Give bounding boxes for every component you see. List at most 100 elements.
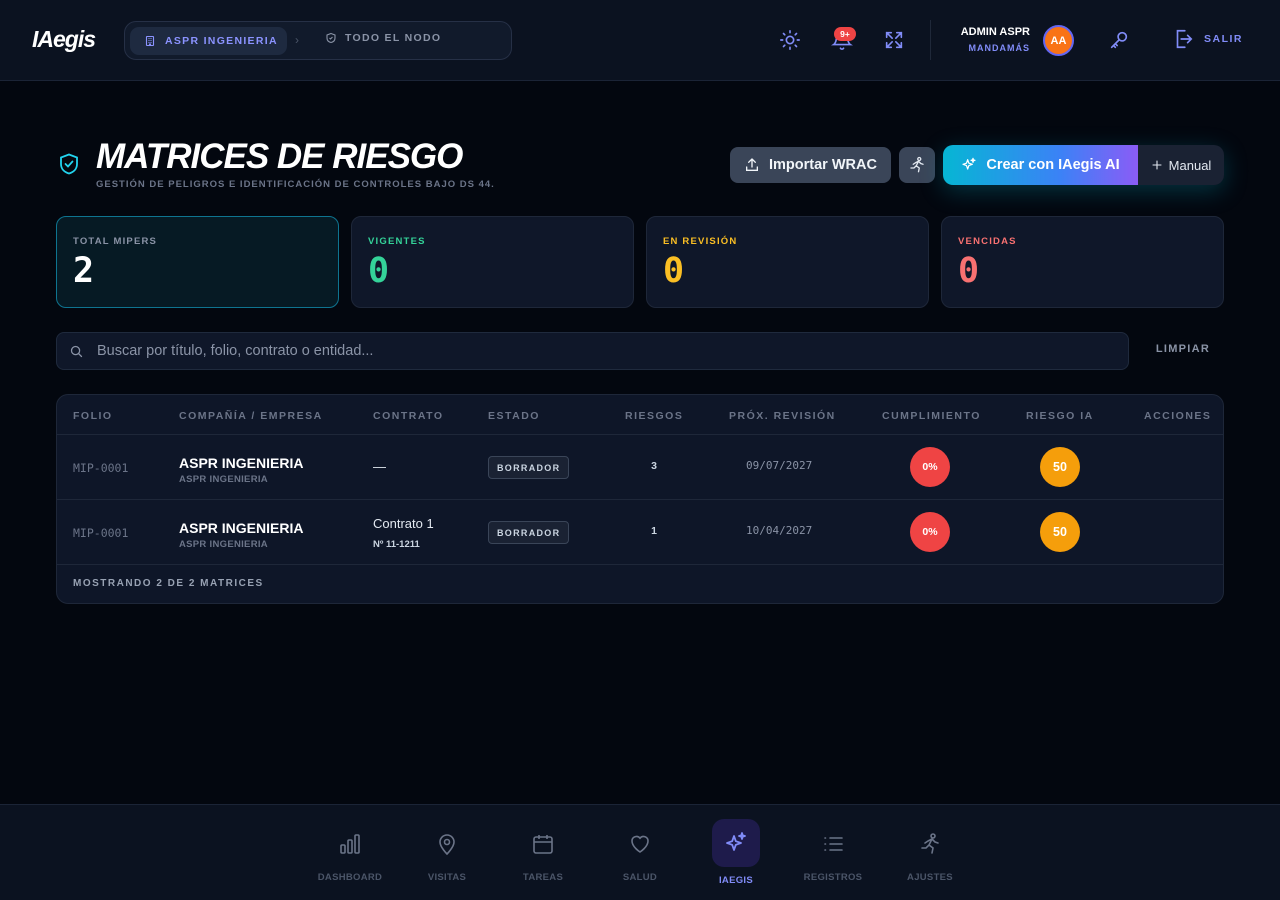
nav-item-dashboard[interactable]: DASHBOARD	[312, 805, 388, 900]
create-manual-label: Manual	[1168, 157, 1212, 173]
nav-item-tareas[interactable]: TAREAS	[505, 805, 581, 900]
nav-item-ajustes[interactable]: AJUSTES	[892, 805, 968, 900]
nav-item-registros[interactable]: REGISTROS	[795, 805, 871, 900]
nav-label: REGISTROS	[803, 872, 863, 883]
avatar[interactable]: AA	[1043, 25, 1074, 56]
column-header-risks[interactable]: RIESGOS	[625, 410, 683, 422]
ai-risk-badge: 50	[1040, 447, 1080, 487]
row-company-sub: ASPR INGENIERIA	[179, 539, 268, 550]
row-contract-number: Nº 11-1211	[373, 539, 420, 550]
expand-icon	[885, 31, 903, 49]
compliance-badge: 0%	[910, 512, 950, 552]
logout-icon	[1176, 29, 1193, 49]
compliance-badge: 0%	[910, 447, 950, 487]
column-header-company[interactable]: COMPAÑÍA / EMPRESA	[179, 410, 323, 422]
logout-button[interactable]: SALIR	[1172, 28, 1243, 50]
nav-label: SALUD	[622, 872, 658, 883]
chevron-right-icon: ›	[295, 33, 299, 47]
row-next-review: 10/04/2027	[746, 524, 813, 537]
sparkles-icon	[962, 157, 976, 170]
building-icon	[145, 35, 155, 47]
map-pin-icon	[439, 834, 455, 856]
row-folio: MIP-0001	[73, 461, 129, 475]
stat-vigentes[interactable]: VIGENTES 0	[351, 216, 634, 308]
matrices-table: FOLIO COMPAÑÍA / EMPRESA CONTRATO ESTADO…	[56, 394, 1224, 604]
heart-icon	[631, 835, 649, 853]
running-person-button[interactable]	[899, 147, 935, 183]
breadcrumb-scope[interactable]: TODO EL NODO	[325, 32, 441, 44]
breadcrumb-company-label: ASPR INGENIERIA	[165, 35, 278, 47]
logout-label: SALIR	[1204, 33, 1243, 45]
bottom-nav: DASHBOARD VISITAS TAREAS SALUD IAEGIS RE…	[0, 804, 1280, 900]
page-title: MATRICES DE RIESGO	[96, 137, 463, 176]
stat-value: 2	[73, 251, 95, 291]
breadcrumb: ASPR INGENIERIA › TODO EL NODO	[124, 21, 512, 60]
row-contract: Contrato 1	[373, 516, 434, 531]
plus-icon	[1152, 160, 1162, 170]
column-header-compliance[interactable]: CUMPLIMIENTO	[882, 410, 981, 422]
import-wrac-button[interactable]: Importar WRAC	[730, 147, 891, 183]
import-wrac-label: Importar WRAC	[769, 157, 877, 173]
stat-label: VIGENTES	[368, 236, 426, 247]
row-company-sub: ASPR INGENIERIA	[179, 474, 268, 485]
upload-icon	[746, 158, 759, 171]
clear-filters-button[interactable]: LIMPIAR	[1143, 343, 1223, 355]
theme-toggle-button[interactable]	[778, 28, 802, 52]
table-footer-text: MOSTRANDO 2 DE 2 MATRICES	[73, 578, 264, 589]
status-badge: BORRADOR	[488, 456, 570, 479]
fullscreen-button[interactable]	[882, 28, 906, 52]
stat-value: 0	[368, 251, 390, 291]
search-icon	[70, 345, 83, 358]
running-person-icon	[910, 156, 924, 173]
nav-item-iaegis[interactable]: IAEGIS	[698, 805, 774, 900]
row-risks: 1	[651, 525, 657, 537]
row-next-review: 09/07/2027	[746, 459, 813, 472]
status-badge: BORRADOR	[488, 521, 570, 544]
column-header-status[interactable]: ESTADO	[488, 410, 540, 422]
nav-label: AJUSTES	[907, 872, 953, 883]
nav-item-visitas[interactable]: VISITAS	[409, 805, 485, 900]
column-header-actions: ACCIONES	[1144, 410, 1212, 422]
create-with-ai-button[interactable]: Crear con IAegis AI	[943, 145, 1138, 185]
stat-label: TOTAL MIPERS	[73, 236, 158, 247]
column-header-folio[interactable]: FOLIO	[73, 410, 113, 422]
nav-label: IAEGIS	[718, 875, 753, 886]
nav-item-salud[interactable]: SALUD	[602, 805, 678, 900]
create-manual-button[interactable]: Manual	[1138, 145, 1224, 185]
column-header-contract[interactable]: CONTRATO	[373, 410, 444, 422]
table-row[interactable]: MIP-0001 ASPR INGENIERIA ASPR INGENIERIA…	[57, 499, 1223, 564]
sparkles-icon	[726, 832, 746, 851]
create-with-ai-label: Crear con IAegis AI	[986, 157, 1120, 173]
user-name: ADMIN ASPR	[960, 26, 1030, 38]
stat-vencidas[interactable]: VENCIDAS 0	[941, 216, 1224, 308]
notification-badge: 9+	[834, 27, 856, 41]
user-role: MANDAMÁS	[968, 43, 1030, 53]
running-person-icon	[921, 833, 939, 854]
breadcrumb-scope-label: TODO EL NODO	[345, 32, 442, 44]
column-header-next-review[interactable]: PRÓX. REVISIÓN	[729, 410, 836, 422]
stat-en-revision[interactable]: EN REVISIÓN 0	[646, 216, 929, 308]
divider	[930, 20, 931, 60]
change-password-button[interactable]	[1107, 28, 1131, 52]
key-icon	[1110, 31, 1128, 49]
app-logo[interactable]: IAegis	[32, 26, 96, 53]
breadcrumb-company[interactable]: ASPR INGENIERIA	[130, 27, 287, 55]
stat-label: VENCIDAS	[958, 236, 1017, 247]
row-company: ASPR INGENIERIA	[179, 455, 304, 471]
stat-value: 0	[958, 251, 980, 291]
nav-label: TAREAS	[522, 872, 564, 883]
column-header-ai-risk[interactable]: RIESGO IA	[1026, 410, 1094, 422]
table-row[interactable]: MIP-0001 ASPR INGENIERIA ASPR INGENIERIA…	[57, 434, 1223, 499]
list-icon	[824, 837, 843, 851]
sun-icon	[780, 30, 800, 50]
stat-value: 0	[663, 251, 685, 291]
ai-risk-badge: 50	[1040, 512, 1080, 552]
row-company: ASPR INGENIERIA	[179, 520, 304, 536]
search-input[interactable]	[97, 333, 1117, 369]
row-risks: 3	[651, 460, 657, 472]
stat-total[interactable]: TOTAL MIPERS 2	[56, 216, 339, 308]
stat-label: EN REVISIÓN	[663, 236, 738, 247]
row-folio: MIP-0001	[73, 526, 129, 540]
shield-icon	[326, 32, 336, 44]
bar-chart-icon	[340, 834, 360, 854]
